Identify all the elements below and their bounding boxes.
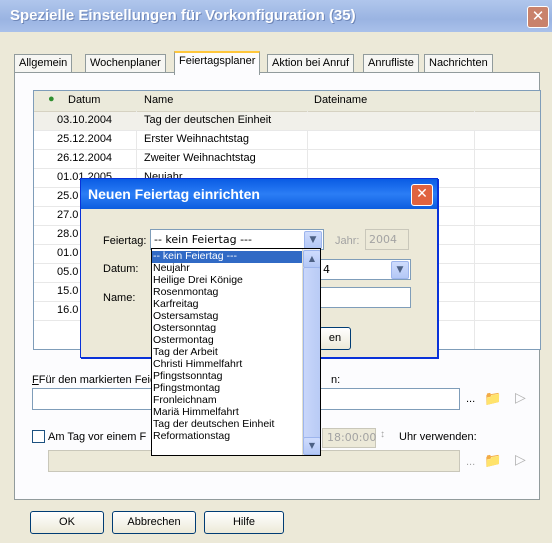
list-item[interactable]: Neujahr [152, 263, 303, 275]
file-browse-button[interactable]: ... [466, 393, 475, 405]
dialog-title-bar[interactable]: Neuen Feiertag einrichten ✕ [81, 179, 437, 209]
table-row[interactable]: 25.12.2004 Erster Weihnachtstag [34, 131, 540, 150]
close-button[interactable]: ✕ [527, 6, 549, 28]
table-row[interactable]: 26.12.2004 Zweiter Weihnachtstag [34, 150, 540, 169]
list-item[interactable]: -- kein Feiertag --- [152, 251, 303, 263]
date-picker[interactable]: 4 ▼ [319, 259, 411, 280]
list-item[interactable]: Heilige Drei Könige [152, 275, 303, 287]
dialog-title: Neuen Feiertag einrichten [88, 186, 260, 202]
chevron-down-icon[interactable]: ▼ [391, 261, 409, 279]
day-before-browse-button[interactable]: ... [466, 456, 475, 468]
dropdown-scrollbar[interactable]: ▲ ▼ [302, 249, 320, 455]
ok-button[interactable]: OK [30, 511, 104, 534]
use-time-label: Uhr verwenden: [399, 431, 477, 443]
list-item[interactable]: Reformationstag [152, 431, 303, 443]
list-item[interactable]: Karfreitag [152, 299, 303, 311]
header-name[interactable]: Name [144, 94, 173, 106]
list-item[interactable]: Ostermontag [152, 335, 303, 347]
folder-icon[interactable]: 📁 [484, 452, 501, 469]
list-item[interactable]: Ostersonntag [152, 323, 303, 335]
list-item[interactable]: Christi Himmelfahrt [152, 359, 303, 371]
holiday-select[interactable]: -- kein Feiertag --- ▼ [150, 229, 324, 250]
list-item[interactable]: Fronleichnam [152, 395, 303, 407]
list-item[interactable]: Pfingstmontag [152, 383, 303, 395]
list-item[interactable]: Ostersamstag [152, 311, 303, 323]
chevron-down-icon[interactable]: ▼ [303, 437, 320, 455]
cancel-button[interactable]: Abbrechen [112, 511, 196, 534]
play-icon[interactable]: ▷ [515, 389, 526, 406]
list-item[interactable]: Rosenmontag [152, 287, 303, 299]
name-input[interactable] [319, 287, 411, 308]
file-label-tail: n: [331, 374, 341, 386]
folder-icon[interactable]: 📁 [484, 390, 501, 407]
date-label: Datum: [103, 263, 139, 275]
holiday-dropdown-list[interactable]: -- kein Feiertag --- Neujahr Heilige Dre… [151, 248, 321, 456]
settings-window: Spezielle Einstellungen für Vorkonfigura… [0, 0, 552, 543]
chevron-up-icon[interactable]: ▲ [303, 250, 320, 268]
dialog-close-button[interactable]: ✕ [411, 184, 433, 206]
play-icon[interactable]: ▷ [515, 451, 526, 468]
time-input[interactable]: 18:00:00 [322, 428, 376, 448]
list-header: ● Datum Name Dateiname [34, 91, 540, 112]
name-label: Name: [103, 292, 136, 304]
list-item[interactable]: Pfingstsonntag [152, 371, 303, 383]
header-date[interactable]: Datum [68, 94, 100, 106]
day-before-label: Am Tag vor einem F [48, 431, 147, 443]
list-item[interactable]: Tag der Arbeit [152, 347, 303, 359]
time-spinner-icon[interactable]: ↕ [380, 429, 385, 440]
list-item[interactable]: Mariä Himmelfahrt [152, 407, 303, 419]
person-icon: ● [48, 93, 55, 105]
tab-feiertagsplaner[interactable]: Feiertagsplaner [174, 51, 261, 75]
tab-aktion-bei-anruf[interactable]: Aktion bei Anruf [267, 54, 355, 73]
dialog-action-button[interactable]: en [319, 327, 351, 350]
list-item[interactable]: Tag der deutschen Einheit [152, 419, 303, 431]
chevron-down-icon[interactable]: ▼ [304, 231, 322, 249]
help-button[interactable]: Hilfe [204, 511, 284, 534]
tab-wochenplaner[interactable]: Wochenplaner [85, 54, 166, 73]
year-input[interactable]: 2004 [365, 229, 409, 250]
scroll-thumb[interactable] [303, 267, 320, 439]
tab-allgemein[interactable]: Allgemein [14, 54, 73, 73]
title-bar[interactable]: Spezielle Einstellungen für Vorkonfigura… [0, 0, 552, 32]
table-row[interactable]: 03.10.2004 Tag der deutschen Einheit [34, 112, 540, 131]
tab-nachrichten[interactable]: Nachrichten [424, 54, 493, 73]
holiday-label: Feiertag: [103, 235, 147, 247]
window-title: Spezielle Einstellungen für Vorkonfigura… [10, 7, 356, 24]
day-before-checkbox[interactable] [32, 430, 45, 443]
header-file[interactable]: Dateiname [314, 94, 367, 106]
year-label: Jahr: [335, 235, 360, 247]
tab-anrufliste[interactable]: Anrufliste [363, 54, 419, 73]
